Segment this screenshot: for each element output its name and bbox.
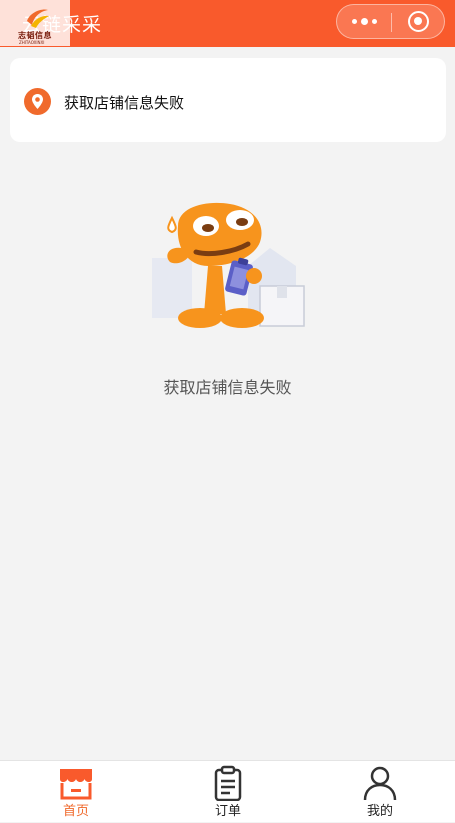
target-close-icon[interactable]: [408, 11, 429, 32]
empty-state-message: 获取店铺信息失败: [163, 378, 292, 397]
tab-home[interactable]: 首页: [16, 761, 136, 823]
company-logo: 志韬信息 ZHITAOXINXI: [0, 0, 70, 46]
mascot-clipboard-illustration: [152, 202, 305, 328]
tab-home-label: 首页: [62, 804, 89, 819]
capsule-divider: [391, 13, 392, 32]
store-info-card: 获取店铺信息失败: [10, 58, 446, 142]
user-profile-icon: [363, 766, 397, 801]
top-navigation-bar: 云链采采 志韬信息 ZHITAOXINXI: [0, 0, 455, 47]
logo-swoosh-icon: [27, 9, 49, 28]
location-pin-icon: [24, 88, 51, 115]
more-dots-icon[interactable]: [337, 5, 391, 38]
tab-profile-label: 我的: [366, 804, 393, 819]
store-status-text: 获取店铺信息失败: [64, 94, 185, 112]
logo-english-text: ZHITAOXINXI: [19, 40, 45, 45]
storefront-icon: [60, 769, 92, 800]
mini-program-capsule: [336, 4, 445, 39]
clipboard-list-icon: [214, 765, 242, 801]
bottom-tab-bar: 首页 订单 我的: [0, 760, 455, 822]
tab-orders-label: 订单: [214, 804, 241, 819]
tab-profile[interactable]: 我的: [320, 761, 440, 823]
tab-orders[interactable]: 订单: [168, 761, 288, 823]
